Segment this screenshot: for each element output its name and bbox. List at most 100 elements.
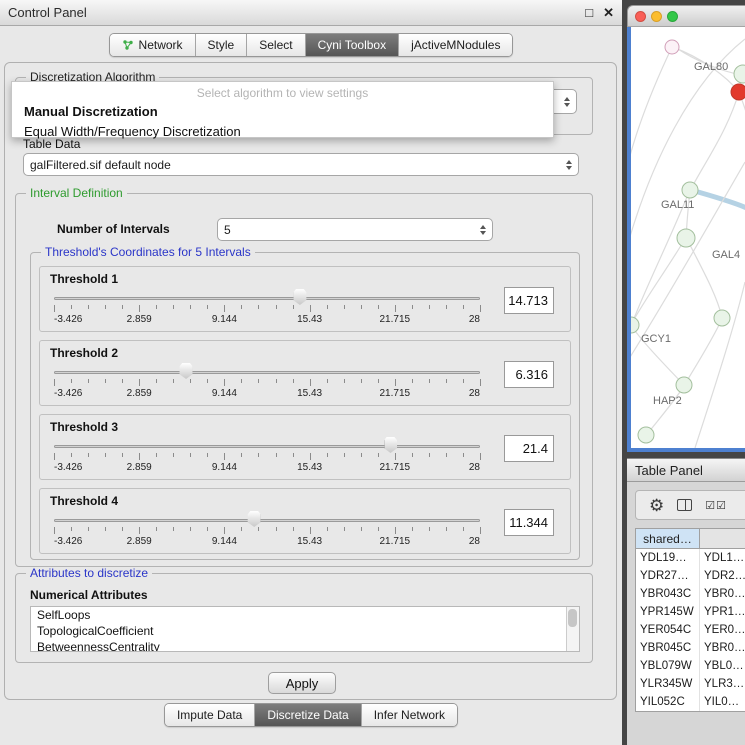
right-panel: GAL80GAL11GAL4GCY1HAP2 Table Panel ⚙ ☑☑ … bbox=[627, 0, 745, 745]
cyni-toolbox-panel: Discretization Algorithm Select algorith… bbox=[4, 62, 617, 700]
network-node[interactable] bbox=[734, 65, 745, 83]
network-node-label: GCY1 bbox=[641, 333, 671, 345]
column-header-2[interactable]: n… bbox=[700, 529, 745, 549]
scale-label: 9.144 bbox=[212, 314, 237, 325]
threshold-value-input[interactable]: 14.713 bbox=[504, 287, 554, 314]
threshold-slider[interactable]: -3.4262.8599.14415.4321.71528 bbox=[54, 511, 480, 551]
scrollbar-thumb[interactable] bbox=[568, 609, 577, 627]
slider-thumb[interactable] bbox=[293, 289, 306, 305]
slider-track bbox=[54, 519, 480, 522]
network-node[interactable] bbox=[631, 317, 639, 333]
apply-button[interactable]: Apply bbox=[268, 672, 336, 694]
dropdown-item-manual-discretization[interactable]: Manual Discretization bbox=[12, 102, 553, 122]
checkboxes-icon[interactable]: ☑☑ bbox=[705, 499, 727, 512]
interval-definition-title: Interval Definition bbox=[26, 187, 127, 200]
scale-label: 15.43 bbox=[297, 536, 322, 547]
table-row[interactable]: YDR27…YDR2… bbox=[636, 567, 745, 585]
threshold-block: Threshold 3-3.4262.8599.14415.4321.71528… bbox=[39, 414, 571, 480]
slider-track bbox=[54, 297, 480, 300]
threshold-slider[interactable]: -3.4262.8599.14415.4321.71528 bbox=[54, 437, 480, 477]
threshold-value-input[interactable]: 6.316 bbox=[504, 361, 554, 388]
thresholds-fieldset: Threshold's Coordinates for 5 Intervals … bbox=[30, 252, 580, 560]
tab-style[interactable]: Style bbox=[195, 34, 247, 56]
network-edge bbox=[691, 92, 739, 189]
threshold-value-input[interactable]: 11.344 bbox=[504, 509, 554, 536]
table-row[interactable]: YPR145WYPR1… bbox=[636, 603, 745, 621]
combo-arrows-icon bbox=[560, 157, 572, 173]
combo-arrows-icon bbox=[558, 94, 570, 110]
table-cell: YDR27… bbox=[636, 567, 700, 585]
node-table-header-row: shared…n… bbox=[636, 529, 745, 549]
float-window-button[interactable]: □ bbox=[585, 5, 593, 21]
tab-select[interactable]: Select bbox=[246, 34, 304, 56]
window-title: Control Panel bbox=[8, 5, 87, 20]
numerical-attributes-list: SelfLoopsTopologicalCoefficientBetweenne… bbox=[31, 607, 579, 652]
network-node[interactable] bbox=[665, 40, 679, 54]
list-item-topologicalcoefficient[interactable]: TopologicalCoefficient bbox=[31, 623, 579, 639]
dropdown-item-equal-width-frequency-discretization[interactable]: Equal Width/Frequency Discretization bbox=[12, 122, 553, 142]
table-cell: YBL079W bbox=[636, 657, 700, 675]
table-row[interactable]: YBL079WYBL0… bbox=[636, 657, 745, 675]
network-window-titlebar[interactable] bbox=[627, 5, 745, 27]
table-data-combobox[interactable]: galFiltered.sif default node bbox=[23, 153, 579, 176]
attributes-fieldset: Attributes to discretize Numerical Attri… bbox=[15, 573, 593, 663]
slider-scale-labels: -3.4262.8599.14415.4321.71528 bbox=[54, 536, 480, 548]
control-panel-titlebar[interactable]: Control Panel □ ✕ bbox=[0, 0, 622, 26]
tab-network[interactable]: Network bbox=[110, 34, 195, 56]
table-row[interactable]: YLR345WYLR3… bbox=[636, 675, 745, 693]
table-data-combobox-value: galFiltered.sif default node bbox=[30, 158, 171, 172]
bottom-tab-impute-data[interactable]: Impute Data bbox=[165, 704, 254, 726]
table-row[interactable]: YER054CYER0… bbox=[636, 621, 745, 639]
slider-thumb[interactable] bbox=[384, 437, 397, 453]
table-row[interactable]: YBR045CYBR0… bbox=[636, 639, 745, 657]
scale-label: 9.144 bbox=[212, 388, 237, 399]
scale-label: 2.859 bbox=[127, 462, 152, 473]
scale-label: 21.715 bbox=[380, 462, 411, 473]
slider-track bbox=[54, 371, 480, 374]
network-node[interactable] bbox=[676, 377, 692, 393]
list-item-selfloops[interactable]: SelfLoops bbox=[31, 607, 579, 623]
slider-thumb[interactable] bbox=[180, 363, 193, 379]
network-node[interactable] bbox=[638, 427, 654, 443]
threshold-value-input[interactable]: 21.4 bbox=[504, 435, 554, 462]
network-node[interactable] bbox=[677, 229, 695, 247]
list-scrollbar[interactable] bbox=[566, 607, 579, 651]
threshold-slider[interactable]: -3.4262.8599.14415.4321.71528 bbox=[54, 363, 480, 403]
table-row[interactable]: YIL052CYIL0… bbox=[636, 693, 745, 711]
table-row[interactable]: YBR043CYBR0… bbox=[636, 585, 745, 603]
tab-jactivemnodules[interactable]: jActiveMNodules bbox=[398, 34, 512, 56]
close-window-button[interactable]: ✕ bbox=[603, 5, 614, 21]
traffic-light-minimize-button[interactable] bbox=[651, 11, 662, 22]
traffic-light-zoom-button[interactable] bbox=[667, 11, 678, 22]
threshold-block: Threshold 4-3.4262.8599.14415.4321.71528… bbox=[39, 488, 571, 554]
bottom-tab-infer-network[interactable]: Infer Network bbox=[361, 704, 457, 726]
bottom-tab-discretize-data[interactable]: Discretize Data bbox=[254, 704, 360, 726]
top-tab-bar: Network StyleSelectCyni ToolboxjActiveMNo… bbox=[109, 33, 514, 57]
network-canvas[interactable]: GAL80GAL11GAL4GCY1HAP2 bbox=[627, 27, 745, 452]
tab-label: Network bbox=[139, 38, 183, 52]
screen: Control Panel □ ✕ Network StyleSelectCyni… bbox=[0, 0, 745, 745]
network-node[interactable] bbox=[682, 182, 698, 198]
node-table: shared…n… YDL19…YDL1…YDR27…YDR2…YBR043CY… bbox=[635, 528, 745, 712]
number-of-intervals-spinner[interactable]: 5 bbox=[217, 218, 493, 241]
numerical-attributes-listbox[interactable]: SelfLoopsTopologicalCoefficientBetweenne… bbox=[30, 606, 580, 652]
slider-thumb[interactable] bbox=[248, 511, 261, 527]
scale-label: 2.859 bbox=[127, 314, 152, 325]
scale-label: -3.426 bbox=[54, 388, 82, 399]
tab-cyni-toolbox[interactable]: Cyni Toolbox bbox=[305, 34, 398, 56]
gear-icon[interactable]: ⚙ bbox=[649, 497, 664, 514]
scale-label: 2.859 bbox=[127, 388, 152, 399]
columns-icon[interactable] bbox=[677, 499, 692, 511]
control-panel-window: Control Panel □ ✕ Network StyleSelectCyni… bbox=[0, 0, 622, 745]
slider-scale-labels: -3.4262.8599.14415.4321.71528 bbox=[54, 462, 480, 474]
network-node[interactable] bbox=[731, 84, 745, 100]
network-node[interactable] bbox=[714, 310, 730, 326]
algorithm-dropdown: Select algorithm to view settings Manual… bbox=[11, 81, 554, 138]
traffic-light-close-button[interactable] bbox=[635, 11, 646, 22]
table-row[interactable]: YDL19…YDL1… bbox=[636, 549, 745, 567]
table-panel-titlebar[interactable]: Table Panel bbox=[627, 458, 745, 482]
threshold-slider[interactable]: -3.4262.8599.14415.4321.71528 bbox=[54, 289, 480, 329]
column-header-1[interactable]: shared… bbox=[636, 529, 700, 549]
list-item-betweennesscentrality[interactable]: BetweennessCentrality bbox=[31, 639, 579, 652]
scale-label: 21.715 bbox=[380, 536, 411, 547]
